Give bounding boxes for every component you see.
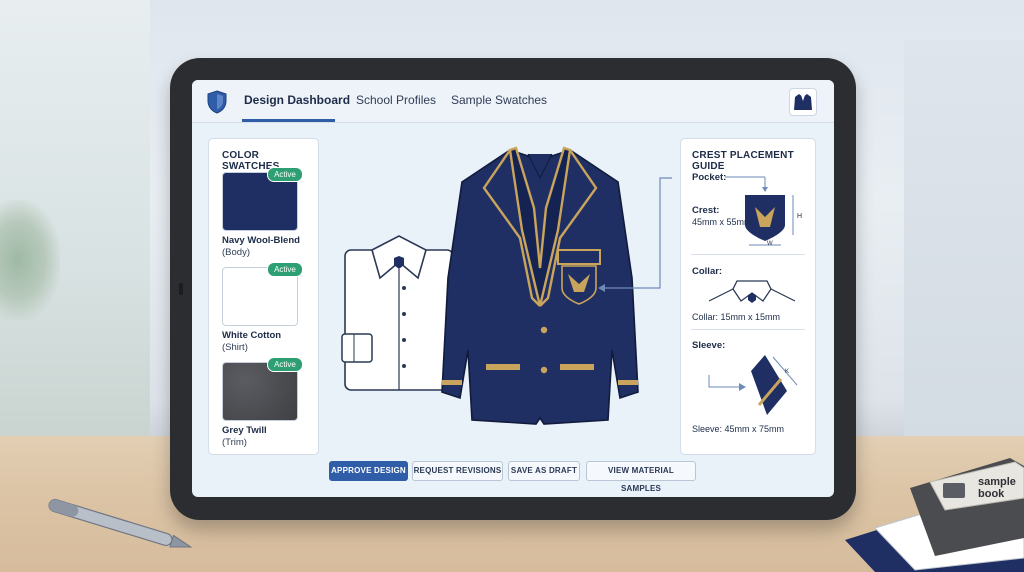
uniform-preview[interactable] [332, 138, 672, 458]
active-tab-indicator [242, 119, 335, 122]
shirt-illustration [341, 235, 454, 391]
swatch-usage: (Trim) [222, 437, 247, 448]
sleeve-width-marker: K [785, 369, 790, 375]
collar-diagram [708, 280, 796, 303]
sleeve-diagram [708, 355, 798, 415]
tab-design-dashboard[interactable]: Design Dashboard [244, 93, 350, 107]
swatch-name: White Cotton [222, 330, 282, 341]
save-as-draft-button[interactable]: SAVE AS DRAFT [508, 461, 580, 481]
top-navigation-bar: Design Dashboard School Profiles Sample … [192, 80, 834, 123]
account-button[interactable] [789, 88, 817, 116]
color-swatches-panel: COLOR SWATCHES Active Navy Wool-Blend (B… [208, 138, 319, 455]
guide-title: CREST PLACEMENT GUIDE [692, 150, 794, 172]
tab-sample-swatches[interactable]: Sample Swatches [451, 93, 547, 107]
width-marker: W [767, 241, 773, 247]
request-revisions-button[interactable]: REQUEST REVISIONS [412, 461, 503, 481]
swatch-usage: (Shirt) [222, 342, 248, 353]
tablet-camera [179, 283, 183, 295]
sleeve-label: Sleeve: [692, 340, 726, 351]
crest-placement-guide-panel: CREST PLACEMENT GUIDE Pocket: H W Crest:… [680, 138, 816, 455]
approve-design-button[interactable]: APPROVE DESIGN [329, 461, 408, 481]
view-material-samples-button[interactable]: VIEW MATERIAL SAMPLES [586, 461, 696, 493]
shield-icon[interactable] [206, 90, 228, 114]
collar-dimensions: Collar: 15mm x 15mm [692, 312, 781, 322]
guide-divider [691, 329, 805, 330]
crest-label: Crest: [692, 205, 720, 216]
blazer-illustration [441, 146, 639, 425]
sample-book-line2: book [978, 488, 1005, 500]
crest-dimensions: 45mm x 55mm [692, 217, 752, 227]
tab-school-profiles[interactable]: School Profiles [356, 93, 436, 107]
blazer-icon [794, 94, 812, 110]
height-marker: H [797, 213, 803, 220]
status-badge: Active [267, 167, 303, 182]
swatch-usage: (Body) [222, 247, 250, 258]
swatch-name: Grey Twill [222, 425, 267, 436]
status-badge: Active [267, 357, 303, 372]
background-shelf [904, 40, 1024, 440]
status-badge: Active [267, 262, 303, 277]
pocket-crest-diagram [725, 176, 794, 246]
app-screen: Design Dashboard School Profiles Sample … [192, 80, 834, 497]
sample-book-line1: sample [978, 476, 1016, 488]
guide-divider [691, 254, 805, 255]
pocket-label: Pocket: [692, 172, 727, 183]
background-plant [0, 200, 60, 320]
sleeve-dimensions: Sleeve: 45mm x 75mm [692, 424, 785, 434]
swatch-name: Navy Wool-Blend [222, 235, 300, 246]
